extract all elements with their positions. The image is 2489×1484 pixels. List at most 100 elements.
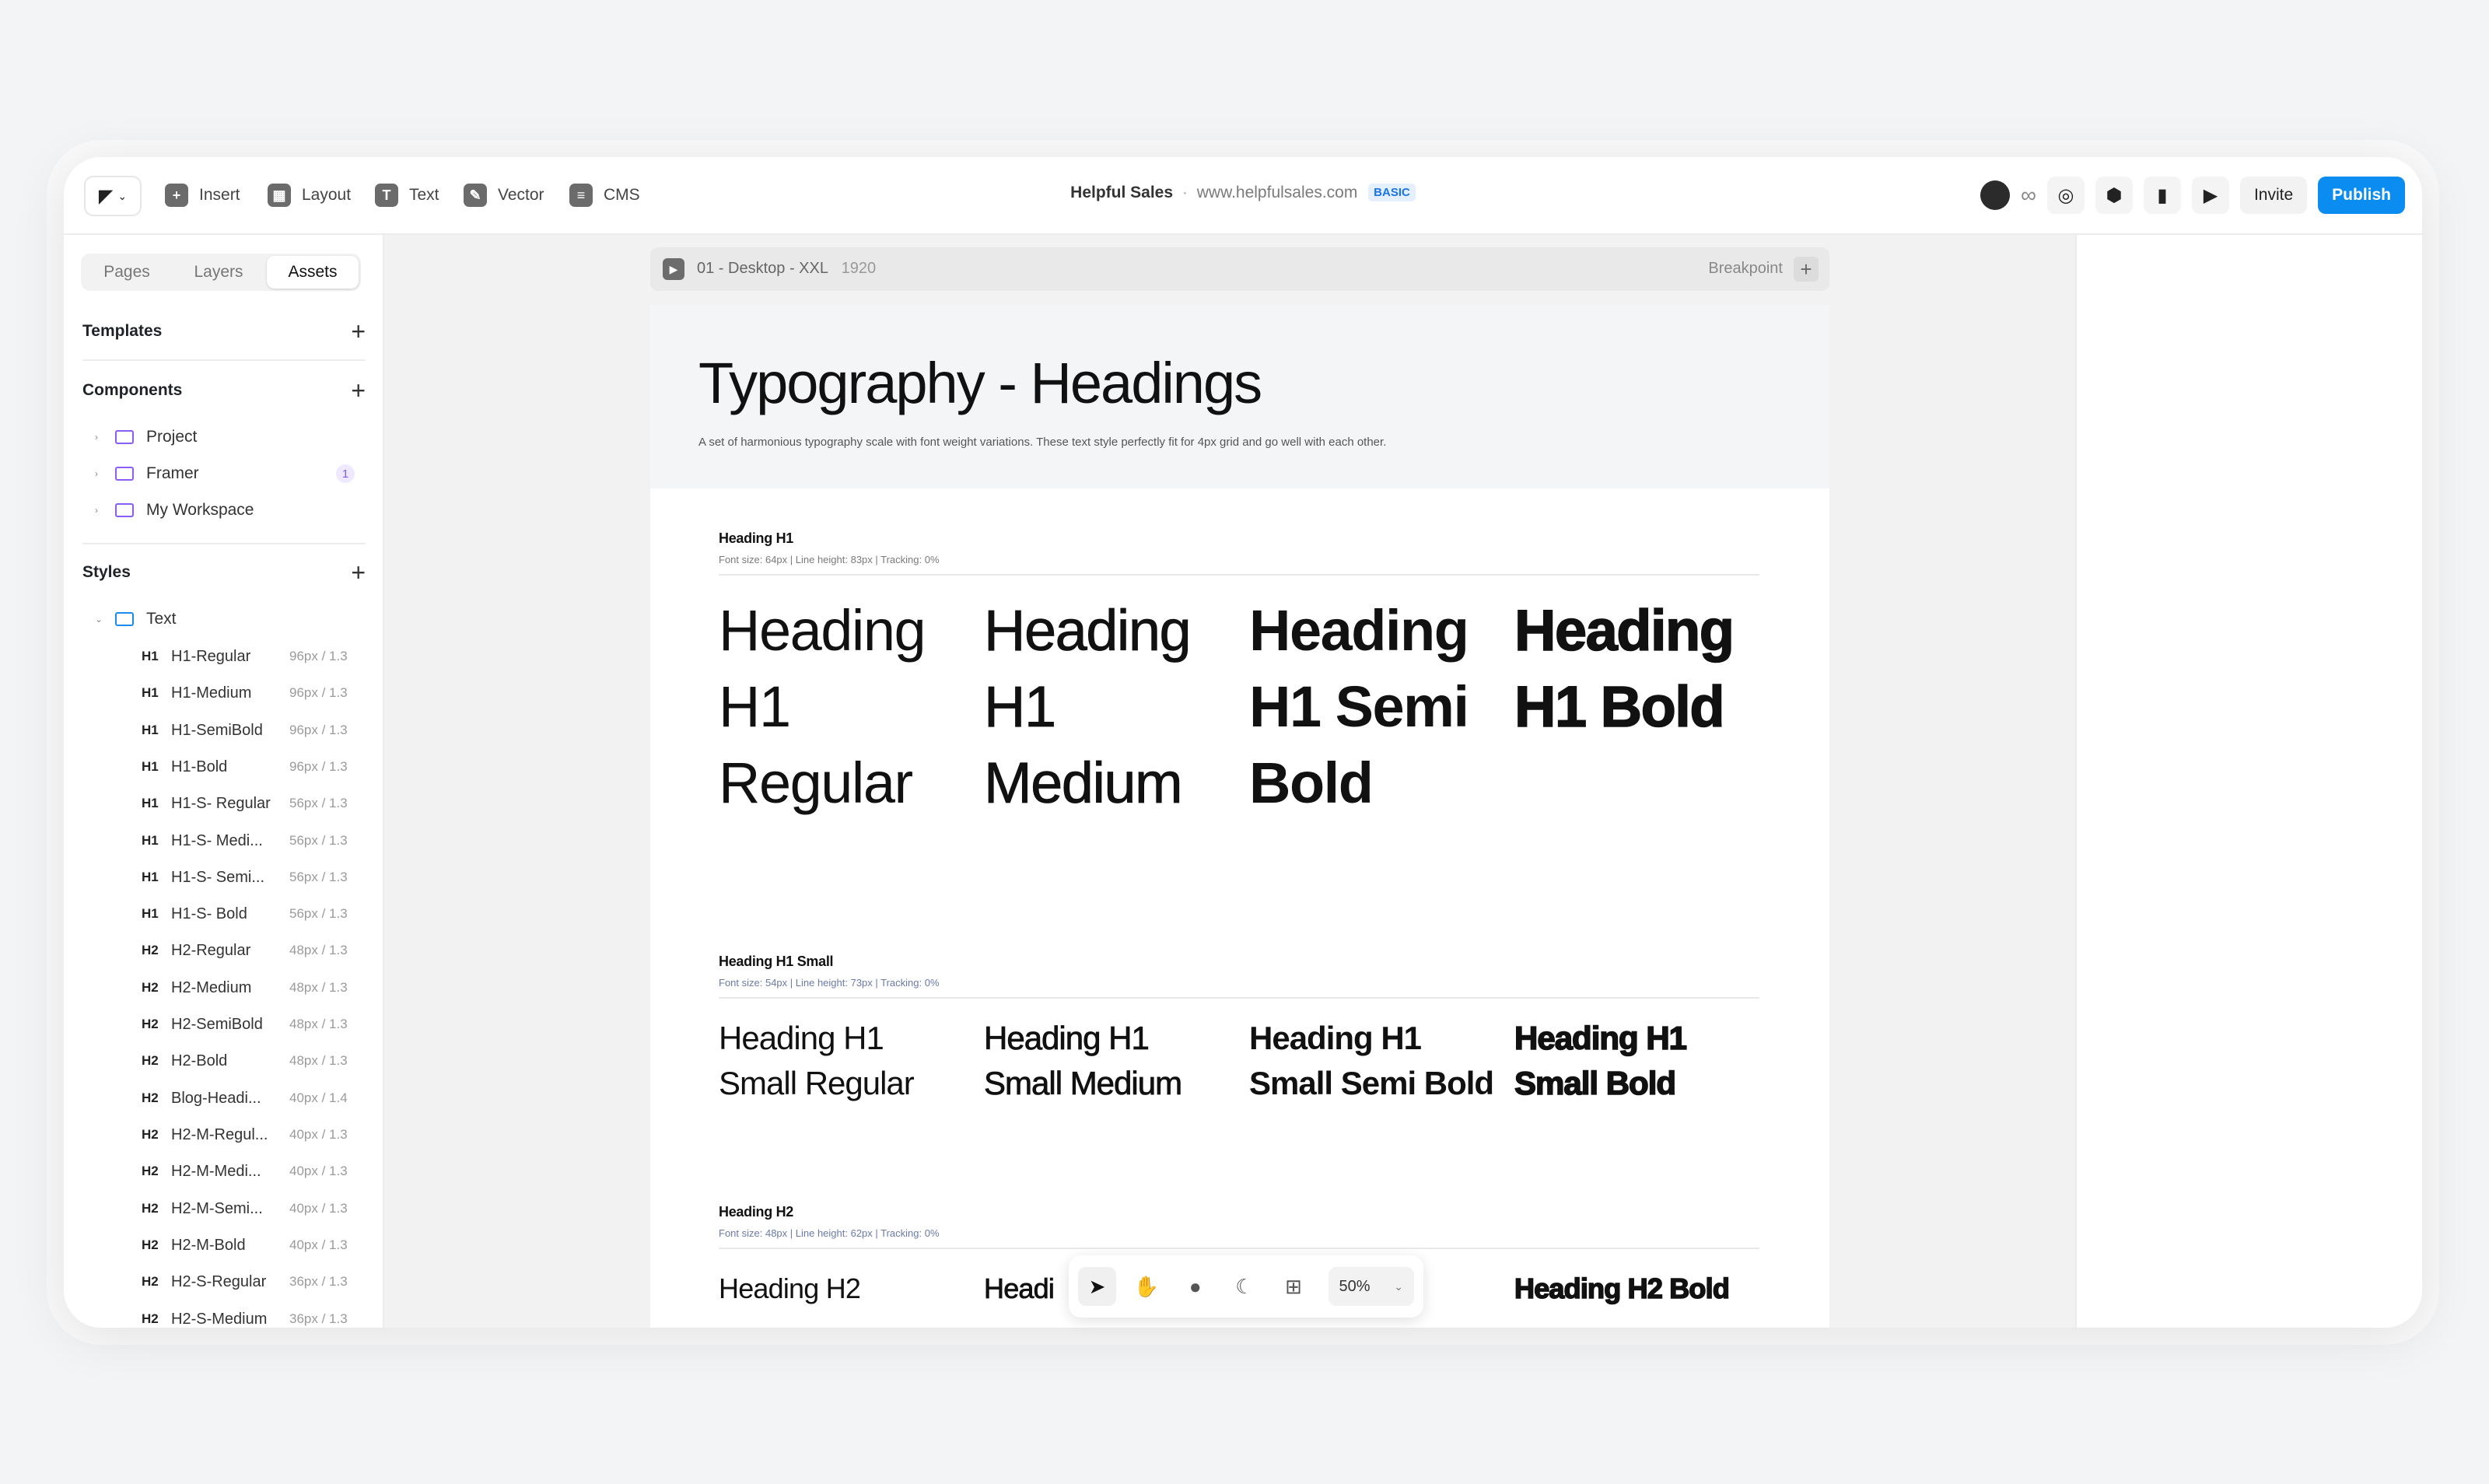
text-style-item[interactable]: H2 H2-M-Medi... 40px / 1.3 [142,1156,367,1187]
folder-icon [115,430,134,444]
style-tag: H2 [142,1127,159,1142]
text-style-item[interactable]: H1 H1-S- Semi... 56px / 1.3 [142,862,367,893]
tab-layers[interactable]: Layers [173,254,264,291]
style-name: Blog-Headi... [171,1089,261,1107]
preview-play-icon[interactable]: ▶ [663,258,684,280]
add-breakpoint-icon[interactable]: + [1794,257,1819,282]
style-meta: 36px / 1.3 [289,1274,348,1289]
text-style-item[interactable]: H1 H1-Bold 96px / 1.3 [142,751,367,782]
comment-icon[interactable]: ● [1176,1267,1214,1306]
sample-text[interactable]: Heading H1 Small Semi Bold [1249,1016,1498,1106]
style-meta: 56px / 1.3 [289,870,348,884]
styles-section[interactable]: Styles + [82,557,366,588]
sample-text[interactable]: Heading H1 Small Regular [719,1016,968,1106]
publish-button[interactable]: Publish [2318,177,2405,214]
text-style-item[interactable]: H1 H1-S- Regular 56px / 1.3 [142,788,367,819]
text-style-item[interactable]: H2 H2-M-Semi... 40px / 1.3 [142,1193,367,1224]
style-tag: H2 [142,943,159,957]
style-tag: H2 [142,1053,159,1068]
divider [719,1248,1759,1249]
folder-framer[interactable]: › Framer 1 [95,458,366,489]
hero-section: Typography - Headings A set of harmoniou… [650,305,1829,488]
sample-text[interactable]: Heading H2 Bold [1514,1269,1763,1308]
text-style-item[interactable]: H2 H2-SemiBold 48px / 1.3 [142,1009,367,1040]
style-tag: H2 [142,1237,159,1252]
tab-pages[interactable]: Pages [81,254,173,291]
desktop-frame[interactable]: Typography - Headings A set of harmoniou… [650,305,1829,1328]
folder-label: Project [146,428,198,446]
text-style-item[interactable]: H2 H2-Regular 48px / 1.3 [142,935,367,966]
style-name: H1-SemiBold [171,721,263,739]
analytics-icon[interactable]: ▮ [2143,177,2181,214]
canvas[interactable]: ▶ 01 - Desktop - XXL 1920 Breakpoint + T… [384,235,2075,1328]
add-component-icon[interactable]: + [351,376,366,405]
text-style-item[interactable]: H2 H2-S-Regular 36px / 1.3 [142,1266,367,1297]
text-style-item[interactable]: H2 H2-Bold 48px / 1.3 [142,1045,367,1076]
style-meta: 36px / 1.3 [289,1311,348,1326]
components-section[interactable]: Components + [82,375,366,406]
cursor-icon[interactable]: ➤ [1078,1267,1117,1306]
text-style-item[interactable]: H2 H2-M-Bold 40px / 1.3 [142,1230,367,1261]
text-style-item[interactable]: H1 H1-Regular 96px / 1.3 [142,641,367,672]
folder-text-styles[interactable]: ⌄ Text [95,604,366,635]
collaborators-icon[interactable]: ∞ [2021,183,2036,208]
section-meta: Font size: 54px | Line height: 73px | Tr… [719,977,940,989]
moon-icon[interactable]: ☾ [1225,1267,1263,1306]
add-style-icon[interactable]: + [351,558,366,587]
style-name: H2-Medium [171,978,252,996]
text-style-item[interactable]: H2 H2-S-Medium 36px / 1.3 [142,1304,367,1328]
style-tag: H1 [142,833,159,848]
folder-label: Framer [146,464,199,482]
add-template-icon[interactable]: + [351,317,366,346]
frame-name: 01 - Desktop - XXL 1920 [697,260,876,278]
text-style-item[interactable]: H1 H1-SemiBold 96px / 1.3 [142,715,367,746]
style-meta: 40px / 1.3 [289,1237,348,1252]
text-style-item[interactable]: H1 H1-Medium 96px / 1.3 [142,677,367,709]
components-heading: Components [82,381,183,399]
style-tag: H1 [142,870,159,884]
sample-text[interactable]: Heading H1 Regular [719,593,968,821]
folder-icon [115,612,134,626]
style-tag: H2 [142,1201,159,1216]
sidebar-tabs: Pages Layers Assets [81,254,361,291]
tab-assets[interactable]: Assets [267,256,359,289]
style-meta: 40px / 1.3 [289,1164,348,1178]
folder-project[interactable]: › Project [95,422,366,453]
avatar[interactable] [1980,180,2010,210]
canvas-tool-bar: ➤ ✋ ● ☾ ⊞ 50% ⌄ [1069,1255,1423,1318]
style-name: H2-S-Medium [171,1310,268,1328]
breakpoint-label[interactable]: Breakpoint [1708,260,1783,278]
text-style-item[interactable]: H2 H2-Medium 48px / 1.3 [142,972,367,1003]
section-title: Heading H1 [719,530,794,546]
sample-text[interactable]: Heading H1 Small Medium [984,1016,1233,1106]
folder-icon [115,467,134,481]
text-style-item[interactable]: H1 H1-S- Medi... 56px / 1.3 [142,825,367,856]
preview-play-icon[interactable]: ▶ [2191,177,2229,214]
sample-text[interactable]: Heading H1 Semi Bold [1249,593,1498,821]
chevron-right-icon: › [95,468,98,479]
right-toolbar: ∞ ◎ ⬢ ▮ ▶ Invite Publish [1980,176,2405,215]
components-icon[interactable]: ⊞ [1274,1267,1312,1306]
sample-text[interactable]: Heading H1 Bold [1514,593,1763,745]
templates-section[interactable]: Templates + [82,316,366,347]
style-tag: H2 [142,1274,159,1289]
folder-label: Text [146,610,177,628]
folder-my-workspace[interactable]: › My Workspace [95,495,366,526]
zoom-select[interactable]: 50% ⌄ [1328,1267,1415,1306]
hand-icon[interactable]: ✋ [1127,1267,1165,1306]
frame-title: 01 - Desktop - XXL [697,260,828,277]
settings-icon[interactable]: ⬢ [2095,177,2133,214]
text-style-item[interactable]: H2 H2-M-Regul... 40px / 1.3 [142,1119,367,1150]
text-style-item[interactable]: H1 H1-S- Bold 56px / 1.3 [142,898,367,929]
sample-text[interactable]: Heading H1 Small Bold [1514,1016,1763,1106]
invite-button[interactable]: Invite [2239,177,2308,214]
style-name: H2-M-Semi... [171,1199,263,1217]
style-tag: H1 [142,685,159,700]
frame-header[interactable]: ▶ 01 - Desktop - XXL 1920 Breakpoint + [650,247,1829,291]
style-tag: H2 [142,1090,159,1105]
sample-text[interactable]: Heading H1 Medium [984,593,1233,821]
globe-icon[interactable]: ◎ [2046,177,2085,214]
text-style-item[interactable]: H2 Blog-Headi... 40px / 1.4 [142,1083,367,1114]
style-name: H2-M-Medi... [171,1162,261,1180]
sample-text[interactable]: Heading H2 [719,1269,968,1308]
